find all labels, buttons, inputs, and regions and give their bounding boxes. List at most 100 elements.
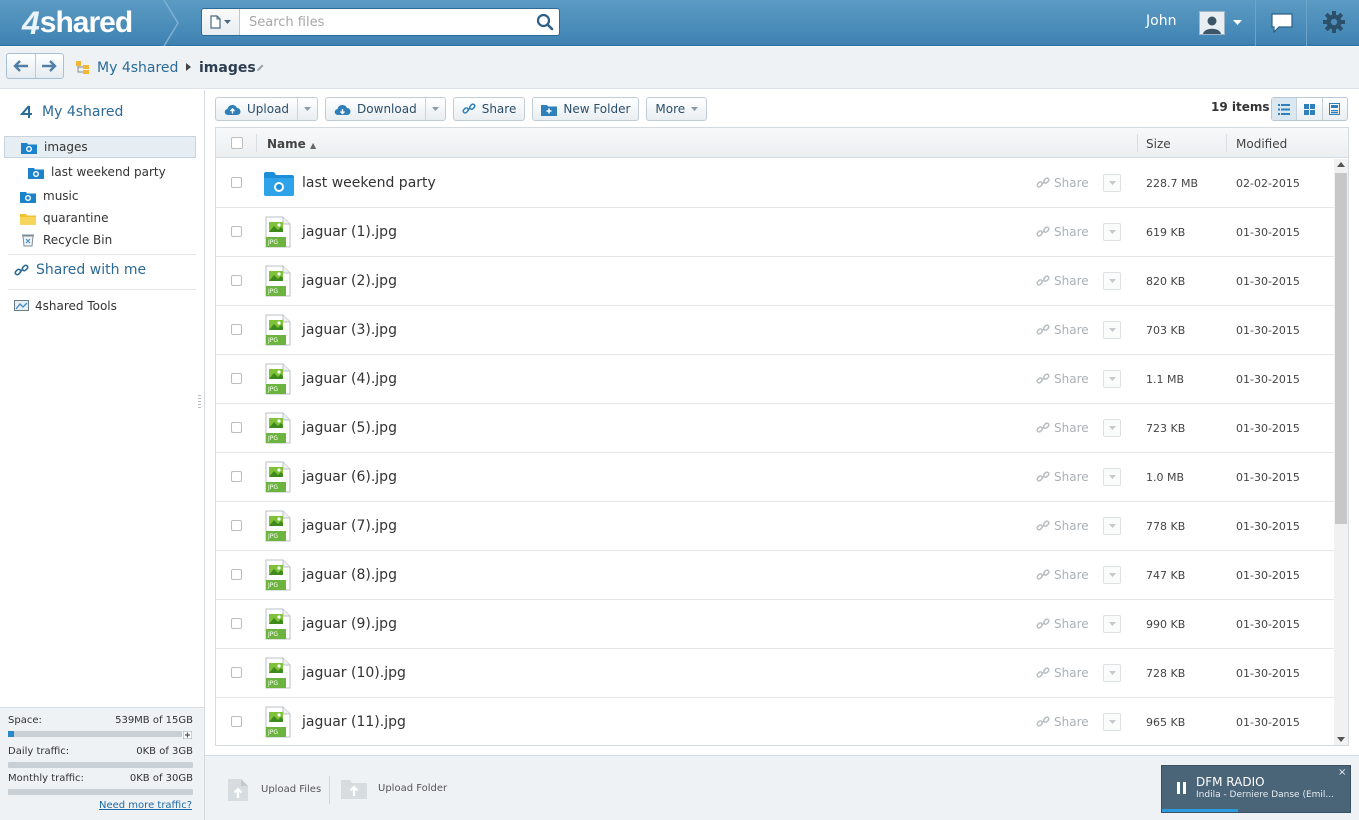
- file-name[interactable]: jaguar (2).jpg: [302, 273, 397, 289]
- row-checkbox[interactable]: [231, 177, 242, 188]
- sidebar-item-music[interactable]: music: [20, 185, 78, 207]
- search-input[interactable]: [240, 10, 531, 34]
- column-header-size[interactable]: Size: [1146, 137, 1171, 151]
- file-name[interactable]: jaguar (5).jpg: [302, 420, 397, 436]
- row-menu-dropdown[interactable]: [1103, 468, 1121, 486]
- file-name[interactable]: jaguar (8).jpg: [302, 567, 397, 583]
- table-row[interactable]: JPG jaguar (5).jpg Share 723 KB 01-30-2015: [216, 404, 1334, 453]
- scroll-up-icon[interactable]: [1337, 162, 1345, 167]
- user-menu-caret-icon[interactable]: [1233, 20, 1242, 25]
- need-more-traffic-link[interactable]: Need more traffic?: [99, 800, 192, 811]
- row-checkbox[interactable]: [231, 471, 242, 482]
- table-row[interactable]: JPG jaguar (7).jpg Share 778 KB 01-30-2015: [216, 502, 1334, 551]
- close-icon[interactable]: ×: [1338, 767, 1346, 778]
- row-share-button[interactable]: Share: [1036, 470, 1089, 484]
- upload-dropdown[interactable]: [297, 98, 317, 120]
- row-checkbox[interactable]: [231, 520, 242, 531]
- row-share-button[interactable]: Share: [1036, 568, 1089, 582]
- sidebar-item-images[interactable]: images: [4, 136, 196, 158]
- row-menu-dropdown[interactable]: [1103, 664, 1121, 682]
- list-view-button[interactable]: [1272, 98, 1297, 120]
- add-space-icon[interactable]: [183, 731, 192, 739]
- row-checkbox[interactable]: [231, 422, 242, 433]
- gear-icon[interactable]: [1322, 10, 1346, 34]
- row-checkbox[interactable]: [231, 716, 242, 727]
- download-button[interactable]: Download: [326, 98, 425, 120]
- row-menu-dropdown[interactable]: [1103, 517, 1121, 535]
- row-checkbox[interactable]: [231, 226, 242, 237]
- scroll-down-icon[interactable]: [1337, 737, 1345, 742]
- upload-files-button[interactable]: Upload Files: [225, 776, 321, 802]
- sidebar-item-quarantine[interactable]: quarantine: [20, 207, 109, 229]
- row-share-button[interactable]: Share: [1036, 666, 1089, 680]
- table-row[interactable]: JPG jaguar (1).jpg Share 619 KB 01-30-2015: [216, 208, 1334, 257]
- row-menu-dropdown[interactable]: [1103, 174, 1121, 192]
- row-menu-dropdown[interactable]: [1103, 713, 1121, 731]
- row-menu-dropdown[interactable]: [1103, 321, 1121, 339]
- row-share-button[interactable]: Share: [1036, 715, 1089, 729]
- row-menu-dropdown[interactable]: [1103, 566, 1121, 584]
- table-row[interactable]: JPG jaguar (8).jpg Share 747 KB 01-30-2015: [216, 551, 1334, 600]
- row-share-button[interactable]: Share: [1036, 617, 1089, 631]
- avatar[interactable]: [1199, 11, 1225, 35]
- row-checkbox[interactable]: [231, 324, 242, 335]
- search-type-dropdown[interactable]: [202, 9, 240, 35]
- row-share-button[interactable]: Share: [1036, 274, 1089, 288]
- sidebar-item-my-4shared[interactable]: My 4shared: [20, 104, 123, 120]
- table-row[interactable]: JPG jaguar (3).jpg Share 703 KB 01-30-2015: [216, 306, 1334, 355]
- back-button[interactable]: [7, 54, 35, 78]
- row-share-button[interactable]: Share: [1036, 323, 1089, 337]
- download-dropdown[interactable]: [424, 98, 445, 120]
- row-menu-dropdown[interactable]: [1103, 419, 1121, 437]
- grid-view-button[interactable]: [1296, 98, 1321, 120]
- logo[interactable]: 4 shared: [22, 5, 133, 41]
- file-name[interactable]: jaguar (9).jpg: [302, 616, 397, 632]
- row-checkbox[interactable]: [231, 618, 242, 629]
- forward-button[interactable]: [34, 54, 64, 78]
- file-name[interactable]: jaguar (10).jpg: [302, 665, 406, 681]
- file-name[interactable]: last weekend party: [302, 175, 436, 191]
- table-row[interactable]: JPG jaguar (11).jpg Share 965 KB 01-30-2015: [216, 698, 1334, 745]
- file-name[interactable]: jaguar (11).jpg: [302, 714, 406, 730]
- table-row[interactable]: JPG jaguar (2).jpg Share 820 KB 01-30-2015: [216, 257, 1334, 306]
- sidebar-item-4shared-tools[interactable]: 4shared Tools: [14, 299, 117, 313]
- row-menu-dropdown[interactable]: [1103, 370, 1121, 388]
- pencil-icon[interactable]: [256, 63, 265, 72]
- sidebar-item-shared-with-me[interactable]: Shared with me: [14, 262, 146, 278]
- vertical-scrollbar[interactable]: [1334, 159, 1348, 745]
- table-row[interactable]: JPG jaguar (9).jpg Share 990 KB 01-30-2015: [216, 600, 1334, 649]
- more-button[interactable]: More: [646, 97, 708, 121]
- table-row[interactable]: last weekend party Share 228.7 MB 02-02-201…: [216, 159, 1334, 208]
- row-share-button[interactable]: Share: [1036, 176, 1089, 190]
- row-checkbox[interactable]: [231, 373, 242, 384]
- row-checkbox[interactable]: [231, 667, 242, 678]
- chat-icon[interactable]: [1271, 13, 1293, 33]
- file-name[interactable]: jaguar (7).jpg: [302, 518, 397, 534]
- file-name[interactable]: jaguar (6).jpg: [302, 469, 397, 485]
- row-checkbox[interactable]: [231, 275, 242, 286]
- row-checkbox[interactable]: [231, 569, 242, 580]
- row-menu-dropdown[interactable]: [1103, 223, 1121, 241]
- row-share-button[interactable]: Share: [1036, 421, 1089, 435]
- search-button[interactable]: [531, 9, 559, 35]
- table-row[interactable]: JPG jaguar (4).jpg Share 1.1 MB 01-30-2015: [216, 355, 1334, 404]
- pause-icon[interactable]: [1177, 782, 1186, 794]
- sidebar-item-last-weekend-party[interactable]: last weekend party: [28, 161, 166, 183]
- column-header-name[interactable]: Name ▲: [267, 137, 316, 151]
- row-menu-dropdown[interactable]: [1103, 615, 1121, 633]
- table-row[interactable]: JPG jaguar (10).jpg Share 728 KB 01-30-2015: [216, 649, 1334, 698]
- file-name[interactable]: jaguar (1).jpg: [302, 224, 397, 240]
- row-share-button[interactable]: Share: [1036, 225, 1089, 239]
- user-name[interactable]: John: [1146, 13, 1176, 29]
- column-header-modified[interactable]: Modified: [1236, 137, 1287, 151]
- upload-folder-button[interactable]: Upload Folder: [340, 776, 447, 800]
- file-name[interactable]: jaguar (3).jpg: [302, 322, 397, 338]
- table-row[interactable]: JPG jaguar (6).jpg Share 1.0 MB 01-30-2015: [216, 453, 1334, 502]
- row-share-button[interactable]: Share: [1036, 519, 1089, 533]
- scrollbar-thumb[interactable]: [1335, 173, 1347, 524]
- upload-button[interactable]: Upload: [216, 98, 297, 120]
- detail-view-button[interactable]: [1321, 98, 1347, 120]
- new-folder-button[interactable]: New Folder: [532, 97, 640, 121]
- sidebar-resize-handle[interactable]: [198, 395, 201, 409]
- share-button[interactable]: Share: [452, 97, 526, 121]
